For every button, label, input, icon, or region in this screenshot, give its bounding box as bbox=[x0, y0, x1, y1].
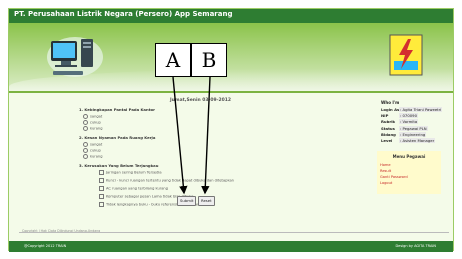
annotation-label-b: B bbox=[191, 43, 227, 77]
q3-option-3[interactable]: AC ruangan yang terbilang kurang bbox=[99, 186, 168, 191]
title-bar: PT. Perusahaan Listrik Negara (Persero) … bbox=[9, 9, 453, 23]
q1-option-3[interactable]: kurang bbox=[83, 126, 103, 131]
checkbox-icon[interactable] bbox=[99, 202, 104, 207]
banner-divider bbox=[9, 91, 453, 93]
checkbox-icon[interactable] bbox=[99, 178, 104, 183]
app-title: PT. Perusahaan Listrik Negara (Persero) … bbox=[14, 10, 233, 18]
app-window: PT. Perusahaan Listrik Negara (Persero) … bbox=[8, 8, 454, 252]
profile-row-nip: NIP: 070090 bbox=[381, 113, 418, 118]
checkbox-icon[interactable] bbox=[99, 194, 104, 199]
q2-option-2[interactable]: cukup bbox=[83, 148, 101, 153]
submit-button[interactable]: Submit bbox=[177, 196, 197, 206]
radio-icon[interactable] bbox=[83, 154, 88, 159]
desktop-computer-icon bbox=[47, 37, 103, 77]
profile-row-login: Login As: Agita Triani Paweetri bbox=[381, 107, 443, 112]
menu-title: Menu Pegawai bbox=[392, 154, 426, 159]
q2-option-3[interactable]: kurang bbox=[83, 154, 103, 159]
banner bbox=[9, 23, 453, 91]
q3-option-1[interactable]: Jaringan sering Belum Tersedia bbox=[99, 170, 162, 175]
footer-copyright: @Copyright 2012 TRAIN bbox=[24, 244, 67, 248]
question-2: 2. Kesan Nyaman Pada Ruang Kerja bbox=[79, 135, 156, 140]
checkbox-icon[interactable] bbox=[99, 170, 104, 175]
survey-date: Jumat,Senin 03-09-2012 bbox=[170, 98, 232, 103]
radio-icon[interactable] bbox=[83, 148, 88, 153]
menu-item-logout[interactable]: Logout bbox=[380, 181, 392, 185]
question-1: 1. Kebingkapan Pantai Pada Kantor bbox=[79, 107, 155, 112]
pln-logo-icon bbox=[389, 34, 423, 76]
annotation-label-a: A bbox=[155, 43, 191, 77]
q1-option-2[interactable]: cukup bbox=[83, 120, 101, 125]
footer-divider bbox=[19, 232, 449, 233]
reset-button[interactable]: Reset bbox=[198, 196, 215, 206]
radio-icon[interactable] bbox=[83, 126, 88, 131]
profile-row-bidang: Bidang: Engineering bbox=[381, 132, 427, 137]
profile-row-status: Status: Pegawai PLN bbox=[381, 126, 428, 131]
employee-menu: Menu Pegawai Home Result Ganti Password … bbox=[377, 151, 441, 194]
profile-heading: Who I'm bbox=[381, 100, 400, 105]
menu-item-result[interactable]: Result bbox=[380, 169, 391, 173]
profile-row-level: Level: Asisten Manager bbox=[381, 138, 436, 143]
q3-option-2[interactable]: Kunci - kunci ruangan tertentu yang tida… bbox=[99, 178, 234, 183]
profile-row-rubrik: Rubrik: Vormita bbox=[381, 119, 419, 124]
radio-icon[interactable] bbox=[83, 120, 88, 125]
q2-option-1[interactable]: sangat bbox=[83, 142, 102, 147]
footer-design-credit: Design by AGITA TRAIN bbox=[395, 244, 436, 248]
q1-option-1[interactable]: sangat bbox=[83, 114, 102, 119]
survey-form: Jumat,Senin 03-09-2012 1. Kebingkapan Pa… bbox=[69, 97, 339, 233]
question-3: 3. Kerusakan Yang Belum Terjangkau bbox=[79, 163, 159, 168]
radio-icon[interactable] bbox=[83, 142, 88, 147]
menu-item-change-password[interactable]: Ganti Password bbox=[380, 175, 408, 179]
radio-icon[interactable] bbox=[83, 114, 88, 119]
menu-item-home[interactable]: Home bbox=[380, 163, 391, 167]
checkbox-icon[interactable] bbox=[99, 186, 104, 191]
footer-bar: @Copyright 2012 TRAIN Design by AGITA TR… bbox=[9, 241, 453, 252]
